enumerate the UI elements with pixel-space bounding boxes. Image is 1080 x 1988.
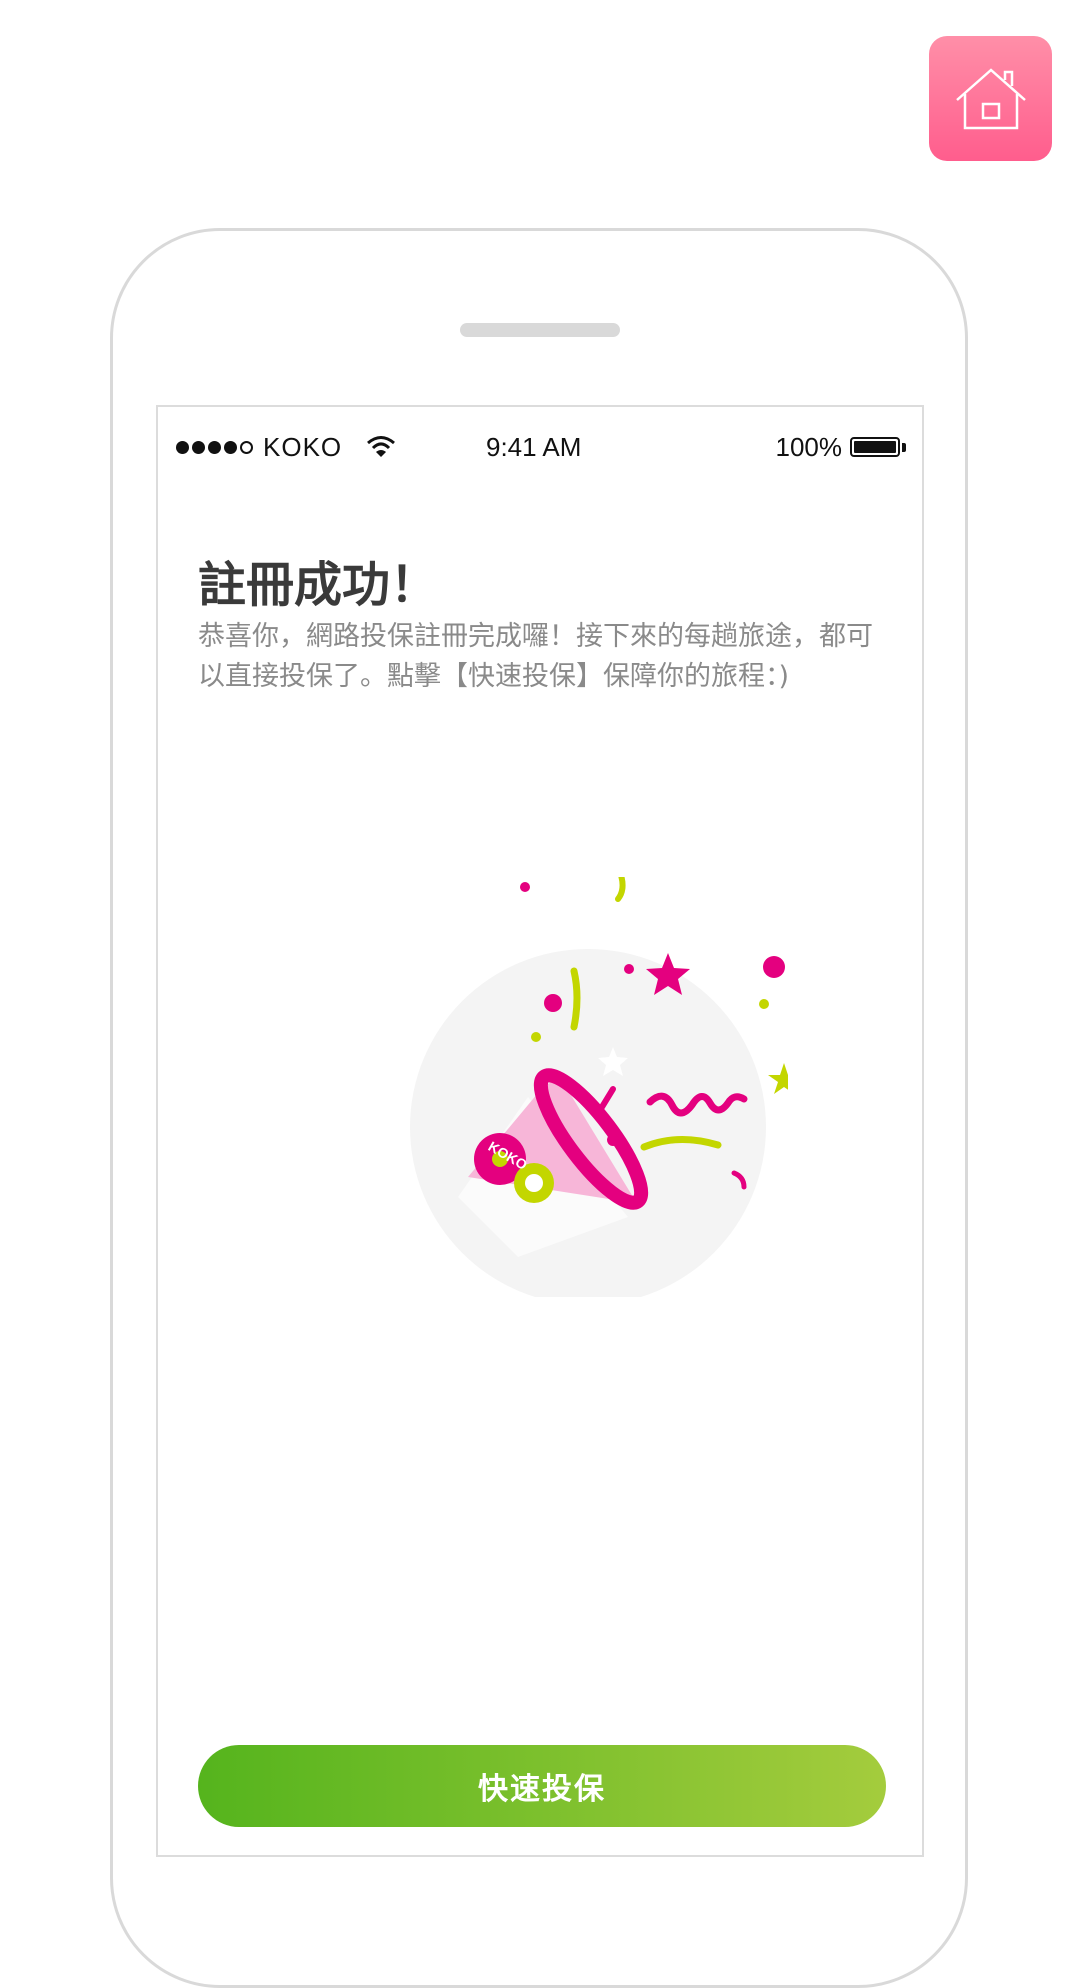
home-icon xyxy=(955,67,1026,129)
battery-percent: 100% xyxy=(775,431,843,462)
status-bar: KOKO 9:41 AM 100% xyxy=(176,417,906,477)
battery-indicator: 100% xyxy=(775,431,906,463)
phone-screen: KOKO 9:41 AM 100% 註冊成功！ 恭喜你，網路投保註冊完成囉！接下… xyxy=(156,405,924,1857)
wifi-icon xyxy=(367,436,396,457)
home-button[interactable] xyxy=(929,36,1052,161)
page-title: 註冊成功！ xyxy=(198,557,439,613)
status-time: 9:41 AM xyxy=(486,431,582,462)
battery-icon xyxy=(850,437,900,457)
signal-strength-icon xyxy=(176,440,253,454)
quick-insure-button[interactable]: 快速投保 xyxy=(198,1745,886,1827)
phone-speaker xyxy=(460,323,620,337)
success-message: 恭喜你，網路投保註冊完成囉！接下來的每趟旅途，都可以直接投保了。點擊【快速投保】… xyxy=(198,621,873,692)
carrier-name: KOKO xyxy=(263,431,343,462)
party-popper-icon: KOKO xyxy=(410,877,788,1297)
